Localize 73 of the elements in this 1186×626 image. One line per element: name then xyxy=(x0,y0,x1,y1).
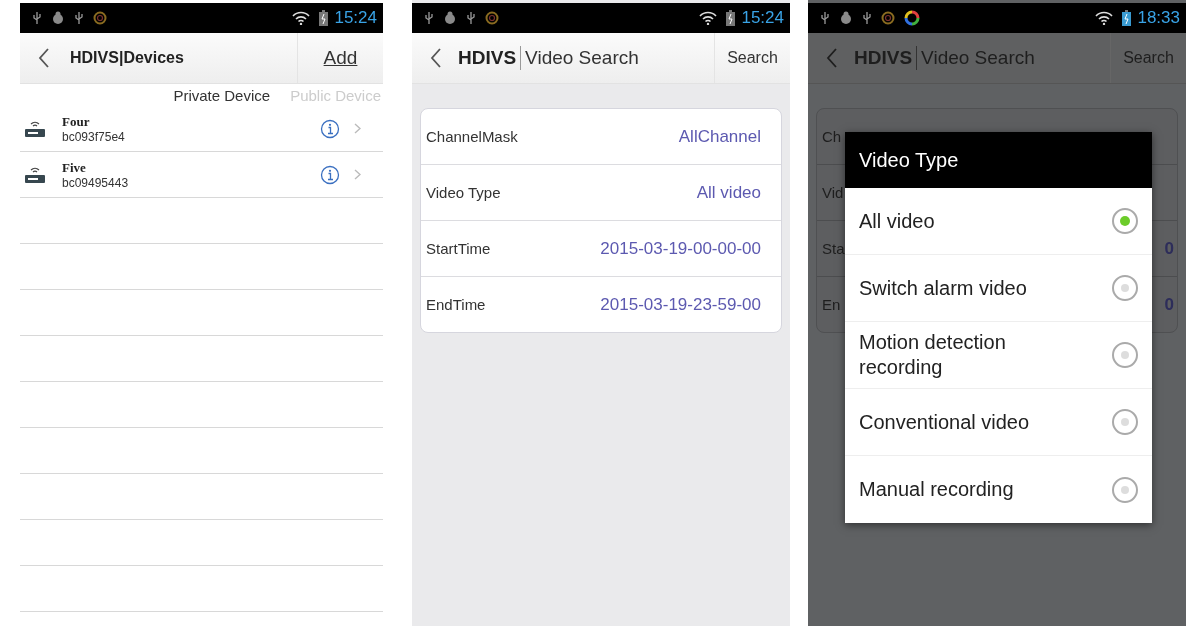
usb-icon xyxy=(820,11,830,25)
setting-row[interactable]: Video Type All video xyxy=(421,165,781,221)
wifi-icon xyxy=(699,11,718,25)
setting-value: 2015-03-19-23-59-00 xyxy=(600,294,761,315)
battery-icon xyxy=(1122,10,1132,26)
device-row[interactable]: Four bc093f75e4 xyxy=(20,106,383,152)
setting-label: Ch xyxy=(822,128,842,145)
usb-icon xyxy=(862,11,872,25)
battery-icon xyxy=(726,10,736,26)
setting-row[interactable]: ChannelMask AllChannel xyxy=(421,109,781,165)
setting-label: EndTime xyxy=(426,296,486,313)
radio-button[interactable] xyxy=(1112,275,1138,301)
usb-icon xyxy=(32,11,42,25)
device-tab[interactable]: Private Device xyxy=(173,86,271,104)
screen-title: HDIVS|Devices xyxy=(70,49,185,67)
router-icon xyxy=(24,119,46,138)
add-button[interactable]: Add xyxy=(297,33,383,83)
setting-label: Vid xyxy=(822,184,844,201)
radio-button[interactable] xyxy=(1112,409,1138,435)
video-type-option[interactable]: Motion detection recording xyxy=(845,322,1152,389)
usb-icon xyxy=(74,11,84,25)
option-label: Motion detection recording xyxy=(859,330,1007,380)
device-row[interactable]: Five bc09495443 xyxy=(20,152,383,198)
dialog-title: Video Type xyxy=(845,132,1152,188)
setting-label: En xyxy=(822,296,841,313)
ring-icon xyxy=(881,11,895,25)
chevron-right-icon xyxy=(354,169,361,180)
screen-title: Video Search xyxy=(921,47,1036,69)
setting-label: StartTime xyxy=(426,240,491,257)
usb-icon xyxy=(466,11,476,25)
radio-button[interactable] xyxy=(1112,208,1138,234)
video-type-option[interactable]: All video xyxy=(845,188,1152,255)
brand-title: HDIVS xyxy=(854,47,913,69)
setting-label: Video Type xyxy=(426,184,501,201)
radio-button[interactable] xyxy=(1112,342,1138,368)
radio-button[interactable] xyxy=(1112,476,1138,503)
option-label: Conventional video xyxy=(859,409,1030,435)
option-label: All video xyxy=(859,208,935,234)
usb-icon xyxy=(424,11,434,25)
option-label: Switch alarm video xyxy=(859,275,1027,301)
status-time: 18:33 xyxy=(1137,8,1180,28)
back-icon[interactable] xyxy=(38,48,50,68)
video-type-option[interactable]: Manual recording xyxy=(845,456,1152,523)
setting-label: ChannelMask xyxy=(426,128,518,145)
status-time: 15:24 xyxy=(741,8,784,28)
brand-title: HDIVS xyxy=(458,47,517,69)
router-icon xyxy=(24,165,46,184)
wifi-icon xyxy=(1095,11,1114,25)
device-name: Five xyxy=(62,159,87,176)
video-type-option[interactable]: Switch alarm video xyxy=(845,255,1152,322)
ring-icon xyxy=(485,11,499,25)
battery-icon xyxy=(319,10,329,26)
back-icon[interactable] xyxy=(430,48,442,68)
video-type-option[interactable]: Conventional video xyxy=(845,389,1152,456)
info-icon[interactable] xyxy=(320,118,340,139)
setting-row[interactable]: EndTime 2015-03-19-23-59-00 xyxy=(421,277,781,332)
screen-title: Video Search xyxy=(525,47,640,69)
info-icon[interactable] xyxy=(320,164,340,185)
search-button[interactable]: Search xyxy=(714,33,790,83)
setting-row[interactable]: StartTime 2015-03-19-00-00-00 xyxy=(421,221,781,277)
device-name: Four xyxy=(62,113,91,130)
setting-value: 2015-03-19-00-00-00 xyxy=(600,238,761,259)
setting-label: Sta xyxy=(822,240,845,257)
option-label: Manual recording xyxy=(859,477,1014,502)
device-id: bc09495443 xyxy=(62,175,130,190)
chevron-right-icon xyxy=(354,123,361,134)
color-ring-icon xyxy=(904,10,920,26)
ring-icon xyxy=(93,11,107,25)
device-id: bc093f75e4 xyxy=(62,129,126,144)
setting-value: All video xyxy=(696,182,761,203)
wifi-icon xyxy=(292,11,311,25)
status-time: 15:24 xyxy=(334,8,377,28)
setting-value: AllChannel xyxy=(678,126,761,147)
